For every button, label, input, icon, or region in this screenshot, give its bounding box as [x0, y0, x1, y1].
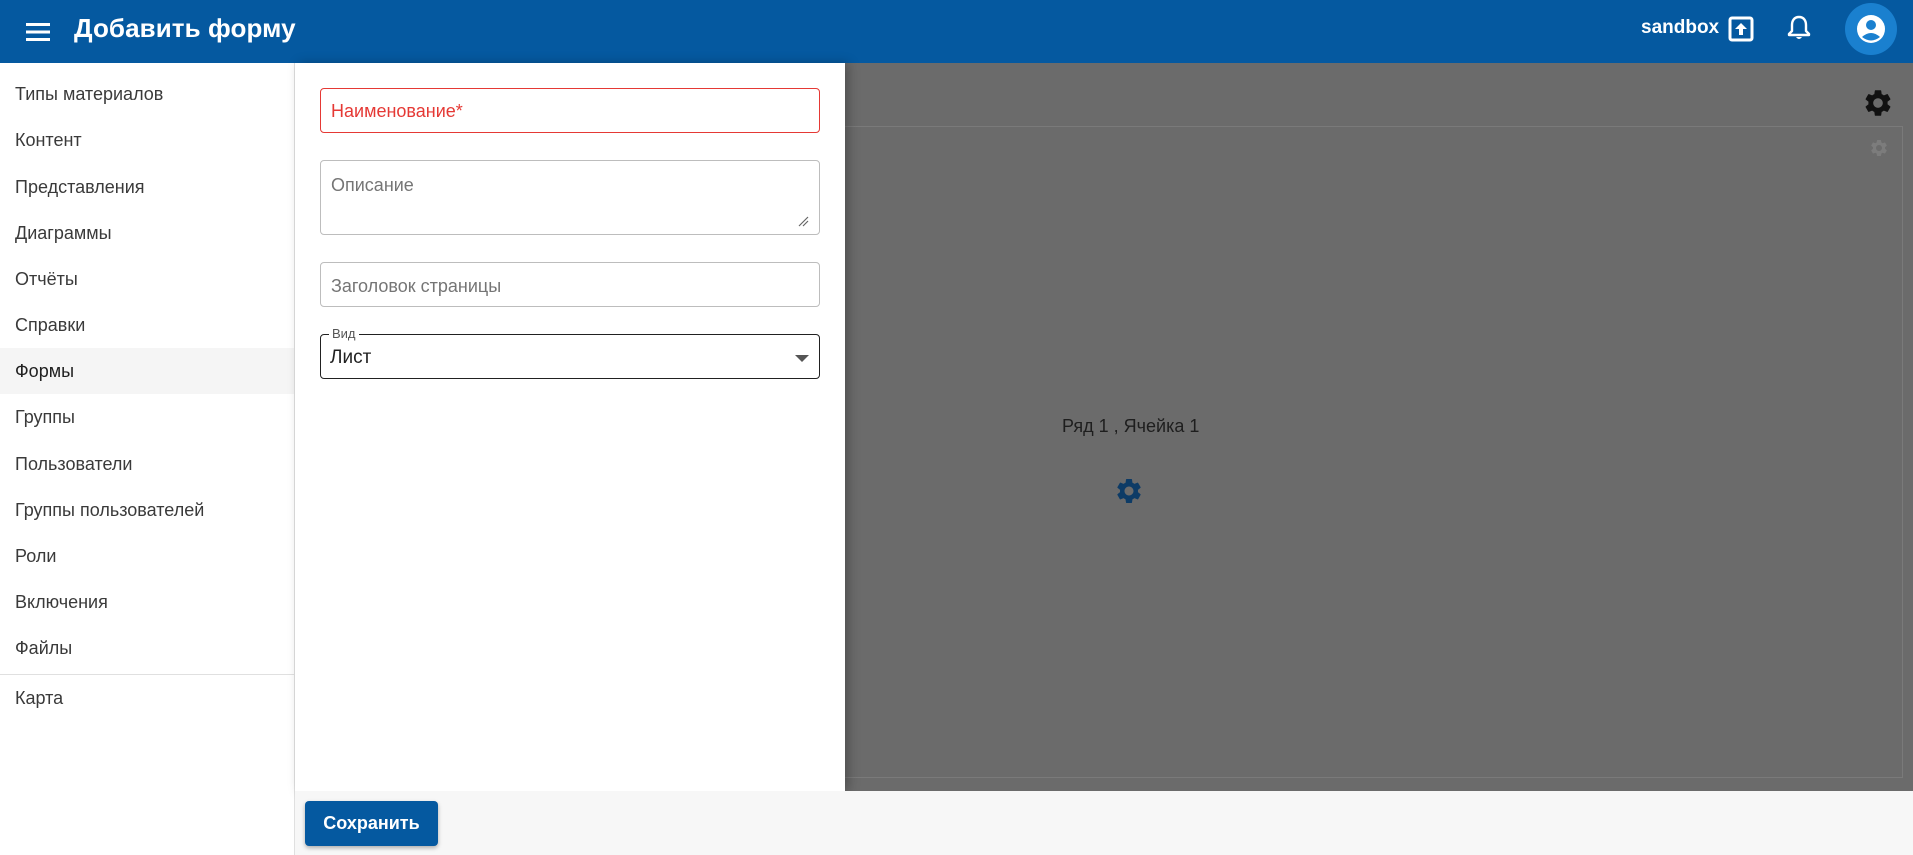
sidebar-item-content[interactable]: Контент [0, 117, 294, 163]
form-layout-board [845, 126, 1903, 778]
cell-label: Ряд 1 , Ячейка 1 [1062, 416, 1200, 436]
sidebar-item-material-types[interactable]: Типы материалов [0, 71, 294, 117]
menu-icon[interactable] [24, 18, 52, 46]
chevron-down-icon [795, 355, 809, 362]
description-placeholder: Описание [331, 175, 414, 195]
save-button[interactable]: Сохранить [305, 801, 438, 846]
view-select-label: Вид [329, 326, 359, 341]
sidebar-item-references[interactable]: Справки [0, 302, 294, 348]
app-header: Добавить форму sandbox [0, 0, 1913, 63]
description-field[interactable]: Описание [320, 160, 820, 235]
bell-icon[interactable] [1784, 13, 1814, 43]
sidebar-item-roles[interactable]: Роли [0, 533, 294, 579]
view-select-value: Лист [330, 347, 372, 368]
account-circle-icon[interactable] [1845, 3, 1897, 55]
environment-label: sandbox [1641, 17, 1720, 38]
sidebar: Типы материалов Контент Представления Ди… [0, 63, 295, 855]
upload-icon[interactable] [1726, 14, 1756, 44]
resize-handle-icon[interactable] [798, 216, 809, 227]
sidebar-item-charts[interactable]: Диаграммы [0, 210, 294, 256]
cell-settings-icon[interactable] [1114, 476, 1144, 506]
page-title-field[interactable]: Заголовок страницы [320, 262, 820, 307]
sidebar-item-map[interactable]: Карта [0, 675, 294, 721]
page-title-placeholder: Заголовок страницы [331, 276, 502, 296]
name-field[interactable]: Наименование* [320, 88, 820, 133]
board-settings-icon[interactable] [1862, 87, 1894, 119]
sidebar-item-inclusions[interactable]: Включения [0, 579, 294, 625]
view-select[interactable]: Вид Лист [320, 326, 820, 379]
sidebar-item-reports[interactable]: Отчёты [0, 256, 294, 302]
footer-bar [295, 791, 1913, 855]
sidebar-item-views[interactable]: Представления [0, 164, 294, 210]
sidebar-item-groups[interactable]: Группы [0, 394, 294, 440]
sidebar-item-forms[interactable]: Формы [0, 348, 294, 394]
sidebar-item-files[interactable]: Файлы [0, 625, 294, 671]
row-settings-icon[interactable] [1869, 138, 1889, 158]
name-placeholder: Наименование* [331, 101, 463, 121]
sidebar-item-users[interactable]: Пользователи [0, 441, 294, 487]
page-title: Добавить форму [74, 13, 296, 43]
sidebar-item-user-groups[interactable]: Группы пользователей [0, 487, 294, 533]
